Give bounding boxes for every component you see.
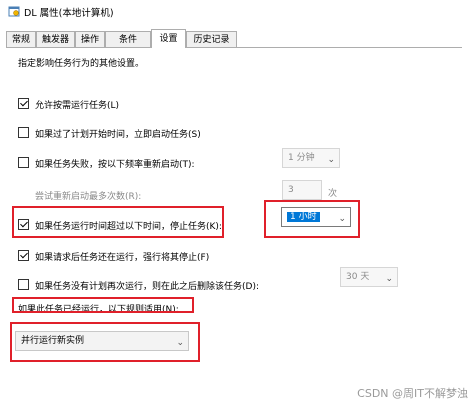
tab-general[interactable]: 常规 (6, 31, 36, 47)
delete-if-not-scheduled-label: 如果任务没有计划再次运行，则在此之后删除该任务(D): (35, 282, 259, 292)
allow-on-demand-checkbox[interactable] (18, 98, 29, 109)
delete-after-value: 30 天 (346, 272, 370, 282)
chevron-down-icon: ⌄ (327, 155, 335, 165)
chevron-down-icon: ⌄ (385, 274, 393, 284)
run-asap-checkbox[interactable] (18, 127, 29, 138)
force-stop-label: 如果请求后任务还在运行，强行将其停止(F) (35, 253, 210, 263)
tab-settings[interactable]: 设置 (151, 29, 186, 48)
stop-duration-select[interactable]: 1 小时 ⌄ (281, 207, 351, 227)
already-running-rule-value: 并行运行新实例 (21, 336, 85, 346)
restart-on-fail-label: 如果任务失败，按以下频率重新启动(T): (35, 160, 195, 170)
restart-attempts-label: 尝试重新启动最多次数(R): (35, 192, 142, 202)
tab-history[interactable]: 历史记录 (186, 31, 237, 47)
stop-if-runs-longer-checkbox[interactable] (18, 219, 29, 230)
title-bar: DL 属性(本地计算机) (0, 0, 474, 22)
delete-if-not-scheduled-checkbox[interactable] (18, 279, 29, 290)
restart-attempts-input[interactable]: 3 (282, 180, 322, 200)
stop-if-runs-longer-label: 如果任务运行时间超过以下时间，停止任务(K): (35, 222, 222, 232)
tab-conditions[interactable]: 条件 (105, 31, 151, 47)
chevron-down-icon: ⌄ (338, 214, 346, 224)
already-running-rule-label: 如果此任务已经运行，以下规则适用(N): (18, 305, 179, 315)
already-running-rule-select[interactable]: 并行运行新实例 ⌄ (15, 331, 189, 351)
delete-after-select[interactable]: 30 天 ⌄ (340, 267, 398, 287)
tab-triggers[interactable]: 触发器 (36, 31, 75, 47)
force-stop-checkbox[interactable] (18, 250, 29, 261)
task-icon (8, 6, 20, 17)
window-title: DL 属性(本地计算机) (24, 8, 114, 19)
restart-attempts-value: 3 (288, 185, 294, 195)
restart-interval-select[interactable]: 1 分钟 ⌄ (282, 148, 340, 168)
restart-interval-value: 1 分钟 (288, 153, 315, 163)
run-asap-label: 如果过了计划开始时间，立即启动任务(S) (35, 130, 201, 140)
restart-attempts-unit: 次 (328, 189, 338, 199)
restart-on-fail-checkbox[interactable] (18, 157, 29, 168)
stop-duration-value: 1 小时 (287, 212, 320, 222)
settings-description: 指定影响任务行为的其他设置。 (18, 59, 145, 69)
watermark: CSDN @周IT不解梦浊 (357, 387, 468, 400)
allow-on-demand-label: 允许按需运行任务(L) (35, 101, 120, 111)
chevron-down-icon: ⌄ (176, 338, 184, 348)
tab-actions[interactable]: 操作 (75, 31, 105, 47)
